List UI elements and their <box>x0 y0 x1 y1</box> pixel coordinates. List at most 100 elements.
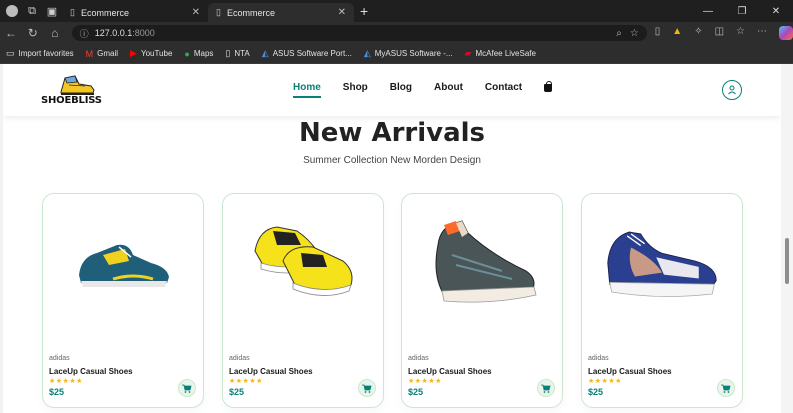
product-name: LaceUp Casual Shoes <box>588 367 672 376</box>
rating-stars: ★★★★★ <box>588 378 622 385</box>
nav-home[interactable]: Home <box>293 82 321 98</box>
product-brand: adidas <box>49 355 70 362</box>
user-account-button[interactable] <box>722 80 742 100</box>
toolbar-right: ▯ ▲ ✧ ◫ ☆ ⋯ <box>655 26 793 40</box>
product-price: $25 <box>408 387 424 397</box>
bookmarks-bar: ▭ Import favorites M Gmail ▶ YouTube ● Maps … <box>0 44 793 64</box>
product-image[interactable] <box>422 214 542 312</box>
bookmark-myasus[interactable]: ◭ MyASUS Software -... <box>364 48 453 59</box>
page-viewport: SHOEBLISS Home Shop Blog About Contact N… <box>3 64 781 413</box>
product-image[interactable] <box>243 214 363 312</box>
youtube-icon: ▶ <box>130 48 137 58</box>
extensions-icon[interactable]: ✧ <box>694 26 702 40</box>
product-image[interactable] <box>602 214 722 312</box>
nav-shop[interactable]: Shop <box>343 82 368 93</box>
browser-tab-active[interactable]: ▯ Ecommerce ✕ <box>208 3 354 22</box>
product-card[interactable]: adidas LaceUp Casual Shoes ★★★★★ $25 <box>42 193 204 408</box>
asus-icon: ◭ <box>261 48 269 58</box>
copilot-icon[interactable] <box>779 26 793 40</box>
close-tab-icon[interactable]: ✕ <box>192 7 200 18</box>
bookmark-youtube[interactable]: ▶ YouTube <box>130 48 172 59</box>
product-card[interactable]: adidas LaceUp Casual Shoes ★★★★★ $25 <box>401 193 563 408</box>
workspaces-icon[interactable]: ⧉ <box>22 0 42 22</box>
maps-icon: ● <box>184 48 190 59</box>
bookmark-gmail[interactable]: M Gmail <box>86 49 118 59</box>
product-name: LaceUp Casual Shoes <box>49 367 133 376</box>
rating-stars: ★★★★★ <box>49 378 83 385</box>
main-nav: Home Shop Blog About Contact <box>293 81 553 98</box>
profile-avatar[interactable] <box>6 5 18 17</box>
add-to-cart-button[interactable] <box>717 379 735 397</box>
product-image[interactable] <box>63 214 183 312</box>
url-field[interactable]: ⓘ 127.0.0.1:8000 ⌕ ☆ <box>71 25 647 41</box>
restore-icon[interactable]: ❐ <box>725 6 759 17</box>
rating-stars: ★★★★★ <box>229 378 263 385</box>
shoe-image <box>254 226 353 296</box>
section-subtitle: Summer Collection New Morden Design <box>303 155 481 166</box>
site-header: SHOEBLISS Home Shop Blog About Contact <box>3 64 781 116</box>
bookmark-maps[interactable]: ● Maps <box>184 49 213 59</box>
logo-text: SHOEBLISS <box>41 95 102 106</box>
folder-icon: ▭ <box>6 48 15 58</box>
site-logo[interactable]: SHOEBLISS <box>41 74 102 106</box>
product-name: LaceUp Casual Shoes <box>229 367 313 376</box>
extension-icon[interactable]: ▲ <box>672 26 682 40</box>
back-icon[interactable]: ← <box>0 26 22 40</box>
bookmark-mcafee[interactable]: ▰ McAfee LiveSafe <box>465 48 536 59</box>
product-price: $25 <box>49 387 65 397</box>
section-title: New Arrivals <box>298 118 486 148</box>
nav-blog[interactable]: Blog <box>390 82 412 93</box>
shoe-image <box>79 244 169 287</box>
product-price: $25 <box>588 387 604 397</box>
info-icon[interactable]: ⓘ <box>80 27 89 40</box>
phone-icon[interactable]: ▯ <box>655 26 661 40</box>
browser-tab[interactable]: ▯ Ecommerce ✕ <box>62 3 208 22</box>
product-brand: adidas <box>408 355 429 362</box>
nav-contact[interactable]: Contact <box>485 82 522 93</box>
split-screen-icon[interactable]: ◫ <box>715 26 724 40</box>
rating-stars: ★★★★★ <box>408 378 442 385</box>
add-to-cart-button[interactable] <box>358 379 376 397</box>
product-brand: adidas <box>588 355 609 362</box>
cart-icon <box>541 384 551 393</box>
page-icon: ▯ <box>70 7 75 17</box>
product-brand: adidas <box>229 355 250 362</box>
scrollbar-thumb[interactable] <box>785 238 789 284</box>
cart-icon <box>721 384 731 393</box>
minimize-icon[interactable]: — <box>691 6 725 17</box>
tab-actions-icon[interactable]: ▣ <box>42 0 62 22</box>
shoe-logo-icon <box>60 75 95 95</box>
window-controls: — ❐ ✕ <box>691 6 793 17</box>
add-to-cart-button[interactable] <box>178 379 196 397</box>
tab-title: Ecommerce <box>80 7 129 18</box>
refresh-icon[interactable]: ↻ <box>22 26 44 40</box>
home-icon[interactable]: ⌂ <box>44 26 66 40</box>
bookmark-asus[interactable]: ◭ ASUS Software Port... <box>262 48 352 59</box>
address-toolbar: ← ↻ ⌂ ⓘ 127.0.0.1:8000 ⌕ ☆ ▯ ▲ ✧ ◫ ☆ ⋯ <box>0 22 793 44</box>
url-host: 127.0.0.1:8000 <box>94 28 155 38</box>
bookmark-nta[interactable]: ▯ NTA <box>225 48 249 59</box>
favorite-star-icon[interactable]: ☆ <box>630 28 639 39</box>
favorites-icon[interactable]: ☆ <box>736 26 745 40</box>
page-icon: ▯ <box>225 48 231 58</box>
user-icon <box>728 85 736 95</box>
close-tab-icon[interactable]: ✕ <box>338 7 346 18</box>
nav-about[interactable]: About <box>434 82 463 93</box>
more-icon[interactable]: ⋯ <box>757 26 767 40</box>
zoom-icon[interactable]: ⌕ <box>616 28 622 39</box>
gmail-icon: M <box>85 48 94 59</box>
product-price: $25 <box>229 387 245 397</box>
bookmark-import-favorites[interactable]: ▭ Import favorites <box>6 48 74 59</box>
shopping-bag-icon[interactable] <box>544 81 553 92</box>
myasus-icon: ◭ <box>363 48 371 58</box>
add-to-cart-button[interactable] <box>537 379 555 397</box>
product-name: LaceUp Casual Shoes <box>408 367 492 376</box>
product-card[interactable]: adidas LaceUp Casual Shoes ★★★★★ $25 <box>222 193 384 408</box>
shoe-image <box>435 220 537 303</box>
page-scrollbar[interactable] <box>781 64 793 413</box>
page-icon: ▯ <box>216 7 221 17</box>
mcafee-icon: ▰ <box>464 48 472 58</box>
new-tab-button[interactable]: + <box>360 3 368 19</box>
product-card[interactable]: adidas LaceUp Casual Shoes ★★★★★ $25 <box>581 193 743 408</box>
close-window-icon[interactable]: ✕ <box>759 6 793 17</box>
